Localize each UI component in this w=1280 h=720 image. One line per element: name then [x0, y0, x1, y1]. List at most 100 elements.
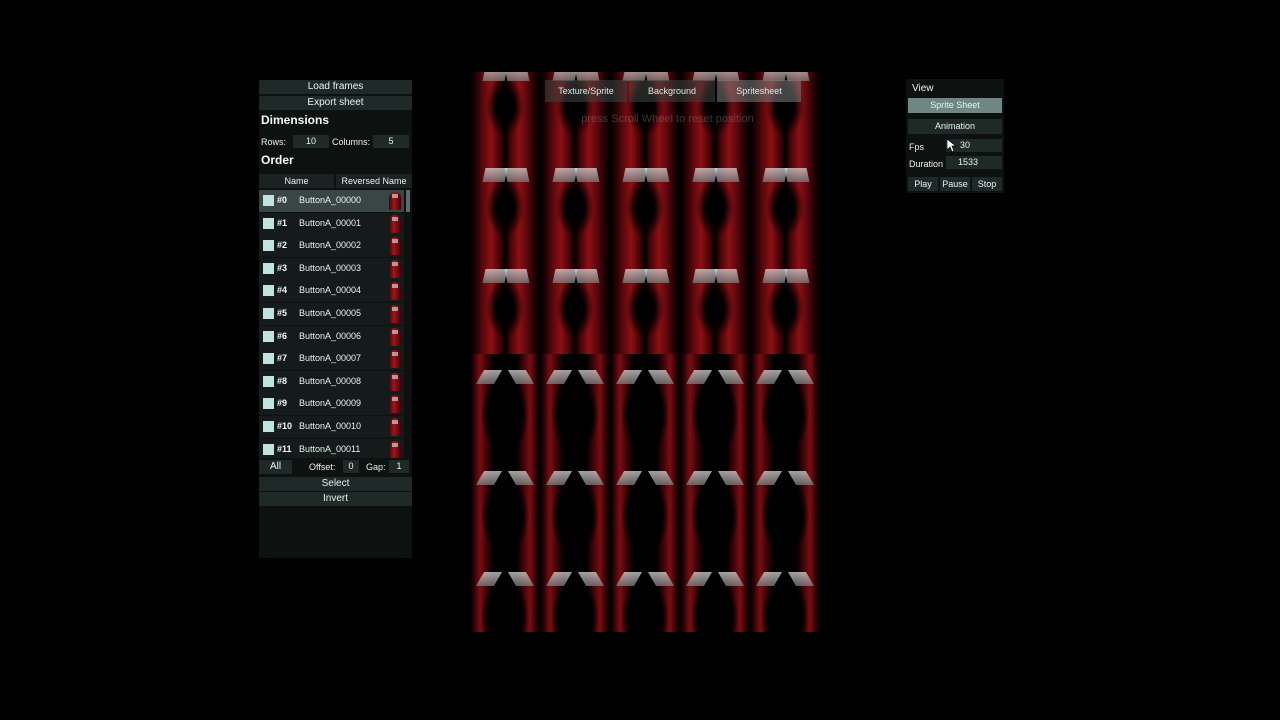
frame-thumbnail [389, 440, 401, 458]
sprite-frame [540, 354, 610, 455]
stop-button[interactable]: Stop [972, 177, 1002, 191]
frame-checkbox[interactable] [263, 353, 274, 365]
tab-background[interactable]: Background [629, 80, 715, 102]
frame-list-row[interactable]: #8 ButtonA_00008 [259, 370, 404, 393]
frame-list-scrollbar[interactable] [406, 190, 410, 458]
select-button[interactable]: Select [259, 477, 412, 491]
frame-thumbnail [389, 305, 401, 323]
frame-checkbox[interactable] [263, 421, 274, 432]
all-button[interactable]: All [259, 460, 292, 474]
pause-button[interactable]: Pause [940, 177, 970, 191]
left-panel: Load frames Export sheet Dimensions Rows… [259, 80, 412, 558]
offset-input[interactable]: 0 [343, 460, 359, 473]
frame-index: #6 [277, 330, 288, 341]
frame-list-scroll-thumb[interactable] [406, 190, 410, 212]
reversed-name-column-header[interactable]: Reversed Name [336, 174, 412, 188]
sprite-frame [610, 354, 680, 455]
frame-list-row[interactable]: #5 ButtonA_00005 [259, 303, 404, 325]
frame-name: ButtonA_00001 [299, 217, 362, 228]
gap-input[interactable]: 1 [389, 460, 409, 473]
frame-checkbox[interactable] [263, 443, 274, 455]
play-button[interactable]: Play [908, 177, 938, 191]
sprite-frame [470, 455, 540, 556]
frame-name: ButtonA_00002 [299, 240, 362, 251]
frame-checkbox[interactable] [263, 330, 274, 342]
frame-index: #3 [277, 262, 288, 273]
frame-index: #1 [277, 217, 288, 228]
frame-name: ButtonA_00008 [299, 375, 362, 386]
frame-thumbnail [389, 282, 401, 301]
load-frames-button[interactable]: Load frames [259, 80, 412, 94]
frame-index: #10 [277, 421, 293, 431]
frame-name: ButtonA_00004 [299, 285, 362, 296]
tab-texture-sprite[interactable]: Texture/Sprite [545, 80, 627, 102]
frame-index: #4 [277, 285, 288, 296]
sprite-frame [610, 556, 680, 632]
frame-checkbox[interactable] [263, 308, 274, 319]
frame-checkbox[interactable] [263, 195, 274, 206]
gap-label: Gap: [366, 462, 386, 472]
frame-index: #0 [277, 195, 288, 205]
frame-list-row[interactable]: #6 ButtonA_00006 [259, 325, 404, 348]
columns-input[interactable]: 5 [373, 135, 409, 148]
frame-checkbox[interactable] [263, 398, 274, 410]
frame-list-row[interactable]: #4 ButtonA_00004 [259, 280, 404, 303]
tab-spritesheet[interactable]: Spritesheet [717, 80, 801, 102]
frame-thumbnail [389, 372, 401, 391]
view-title: View [912, 83, 934, 94]
frame-name: ButtonA_00010 [299, 421, 362, 431]
frame-list-row[interactable]: #9 ButtonA_00009 [259, 393, 404, 416]
frame-index: #8 [277, 375, 288, 386]
sprite-frame [470, 556, 540, 632]
right-panel: View Sprite Sheet Animation Fps 30 Durat… [906, 79, 1004, 193]
sprite-frame [750, 455, 820, 556]
frame-name: ButtonA_00011 [299, 443, 361, 454]
frame-name: ButtonA_00009 [299, 398, 362, 409]
frame-thumbnail [389, 418, 401, 436]
frame-name: ButtonA_00005 [299, 308, 362, 318]
frame-index: #7 [277, 353, 288, 364]
frame-name: ButtonA_00006 [299, 330, 362, 341]
frame-list-row[interactable]: #1 ButtonA_00001 [259, 212, 404, 235]
frame-list-row[interactable]: #0 ButtonA_00000 [259, 190, 404, 212]
spritesheet-preview[interactable] [470, 72, 820, 632]
sprite-frame [540, 556, 610, 632]
sprite-frame [750, 152, 820, 253]
frame-checkbox[interactable] [263, 375, 274, 387]
frame-list-row[interactable]: #7 ButtonA_00007 [259, 348, 404, 371]
frame-list-row[interactable]: #11 ButtonA_00011 [259, 438, 404, 458]
frame-checkbox[interactable] [263, 285, 274, 297]
frame-checkbox[interactable] [263, 262, 274, 274]
frame-list-row[interactable]: #10 ButtonA_00010 [259, 416, 404, 438]
frame-thumbnail [389, 350, 401, 369]
sprite-frame [680, 152, 750, 253]
frame-index: #9 [277, 398, 288, 409]
export-sheet-button[interactable]: Export sheet [259, 96, 412, 110]
name-column-header[interactable]: Name [259, 174, 334, 188]
frame-checkbox[interactable] [263, 240, 274, 252]
frame-index: #2 [277, 240, 288, 251]
fps-label: Fps [909, 142, 925, 152]
sprite-sheet-button[interactable]: Sprite Sheet [908, 98, 1002, 113]
sprite-frame [470, 354, 540, 455]
duration-input[interactable]: 1533 [946, 156, 1002, 169]
frame-thumbnail [389, 259, 401, 278]
sprite-frame [470, 152, 540, 253]
invert-button[interactable]: Invert [259, 492, 412, 506]
frame-list-row[interactable]: #3 ButtonA_00003 [259, 257, 404, 280]
animation-button[interactable]: Animation [908, 119, 1002, 134]
offset-label: Offset: [309, 462, 336, 472]
sprite-frame [470, 253, 540, 354]
reset-position-hint: press Scroll Wheel to reset position [581, 113, 754, 125]
frame-thumbnail [389, 214, 401, 233]
frame-checkbox[interactable] [263, 217, 274, 229]
mouse-pointer-icon [947, 139, 957, 153]
rows-input[interactable]: 10 [293, 135, 329, 148]
sprite-frame [540, 152, 610, 253]
frame-list-row[interactable]: #2 ButtonA_00002 [259, 235, 404, 258]
sprite-frame [610, 152, 680, 253]
frame-thumbnail [389, 237, 401, 256]
frame-list: #0 ButtonA_00000 #1 ButtonA_00001 #2 ButtonA_… [259, 190, 412, 458]
sprite-frame [540, 253, 610, 354]
rows-label: Rows: [261, 137, 287, 147]
